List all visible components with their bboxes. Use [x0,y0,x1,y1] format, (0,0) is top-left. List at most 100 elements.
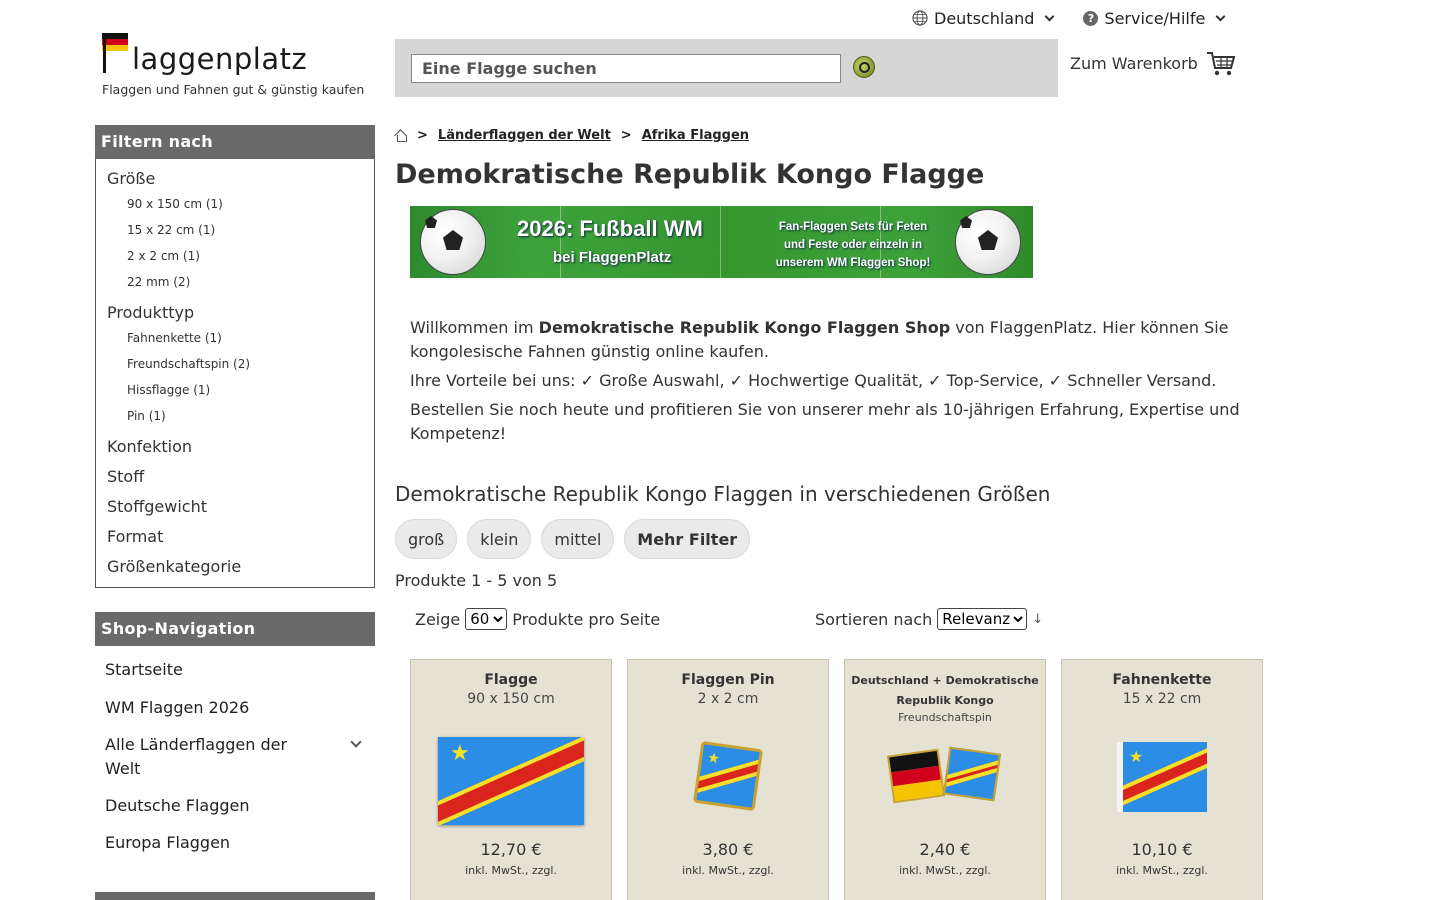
product-title: Deutschland + Demokratische Republik Kon… [851,674,1039,707]
product-card[interactable]: Flagge 90 x 150 cm ★ 12,70 € inkl. MwSt.… [410,659,612,900]
product-price: 10,10 € [1131,840,1193,859]
field-line [720,206,721,278]
per-page-control: Zeige 60 Produkte pro Seite [415,608,660,630]
search-bar [395,39,1058,97]
section-title: Demokratische Republik Kongo Flaggen in … [395,482,1051,506]
intro-call-to-action: Bestellen Sie noch heute und profitieren… [410,400,1240,443]
wm-banner[interactable]: 2026: Fußball WM bei FlaggenPlatz Fan-Fl… [410,206,1033,278]
filter-size[interactable]: Größe [107,169,155,188]
chip-more-filters[interactable]: Mehr Filter [624,519,751,559]
breadcrumb-separator: > [417,128,428,143]
shop-nav-header: Shop-Navigation [95,612,375,646]
country-label: Deutschland [934,8,1035,28]
nav-item-all-countries[interactable]: Alle Länderflaggen der Welt [105,733,325,781]
chip-medium[interactable]: mittel [541,519,615,559]
sidebar-next-panel [95,892,375,900]
home-icon[interactable] [395,130,407,142]
vat-note: inkl. MwSt., zzgl. [899,864,991,877]
service-menu[interactable]: ? Service/Hilfe [1083,6,1226,30]
product-type: Freundschaftspin [898,711,992,724]
star-icon: ★ [706,750,721,768]
drc-bunting-image: ★ [1117,742,1207,812]
chip-small[interactable]: klein [467,519,532,559]
chevron-down-icon [1215,11,1226,21]
product-price: 2,40 € [919,840,971,859]
star-icon: ★ [450,741,470,766]
banner-side-text: Fan-Flaggen Sets für Feten und Feste ode… [775,221,931,269]
intro-text: Willkommen im Demokratische Republik Kon… [410,316,1260,451]
product-title: Flaggen Pin [681,672,775,688]
chevron-down-icon[interactable] [350,736,362,748]
sort-control: Sortieren nach Relevanz ↓ [815,608,1043,630]
result-count: Produkte 1 - 5 von 5 [395,571,558,590]
sort-select[interactable]: Relevanz [937,608,1028,630]
filter-fabric-weight[interactable]: Stoffgewicht [107,497,207,516]
product-card[interactable]: Flaggen Pin 2 x 2 cm ★ 3,80 € inkl. MwSt… [627,659,829,900]
filter-option[interactable]: Pin (1) [127,409,166,423]
page-title: Demokratische Republik Kongo Flagge [395,159,985,190]
filter-option[interactable]: 90 x 150 cm (1) [127,197,223,211]
sort-direction-icon[interactable]: ↓ [1032,612,1043,627]
filter-option[interactable]: Freundschaftspin (2) [127,357,250,371]
flag-diagonal [692,758,764,794]
vat-note: inkl. MwSt., zzgl. [1116,864,1208,877]
product-price: 12,70 € [480,840,542,859]
banner-subline: bei FlaggenPlatz [553,249,672,266]
nav-item-europe-flags[interactable]: Europa Flaggen [105,831,230,855]
product-size: 15 x 22 cm [1122,691,1202,707]
filter-product-type[interactable]: Produkttyp [107,303,194,322]
drc-pin-image: ★ [692,740,764,812]
product-card[interactable]: Deutschland + Demokratische Republik Kon… [844,659,1046,900]
per-page-select[interactable]: 60 [465,608,508,630]
nav-item-german-flags[interactable]: Deutsche Flaggen [105,794,250,818]
intro-paragraph: Willkommen im Demokratische Republik Kon… [410,316,1260,364]
filter-option[interactable]: 2 x 2 cm (1) [127,249,200,263]
intro-shop-name: Demokratische Republik Kongo Flaggen Sho… [538,318,951,337]
drc-flag-image [942,746,1002,802]
soccer-ball-icon [420,209,486,275]
intro-text-part: Willkommen im [410,318,539,337]
friendship-pin-image [886,746,1002,810]
search-icon[interactable] [853,56,875,78]
per-page-suffix: Produkte pro Seite [512,609,661,629]
help-icon: ? [1083,10,1099,26]
site-logo[interactable]: laggenplatz Flaggen und Fahnen gut & gün… [102,30,382,100]
filter-panel: Größe 90 x 150 cm (1) 15 x 22 cm (1) 2 x… [95,159,375,588]
globe-icon [912,10,928,26]
search-input[interactable] [411,54,841,83]
breadcrumb-africa-flags[interactable]: Afrika Flaggen [642,128,749,143]
product-size: 2 x 2 cm [697,691,759,707]
cart-label: Zum Warenkorb [1070,53,1198,73]
filter-header: Filtern nach [95,125,375,159]
breadcrumb: > Länderflaggen der Welt > Afrika Flagge… [395,128,749,143]
filter-option[interactable]: Hissflagge (1) [127,383,210,397]
breadcrumb-world-flags[interactable]: Länderflaggen der Welt [438,128,611,143]
soccer-ball-icon [955,209,1021,275]
filter-size-category[interactable]: Größenkategorie [107,557,241,576]
filter-finishing[interactable]: Konfektion [107,437,192,456]
filter-format[interactable]: Format [107,527,163,546]
logo-pole [103,33,106,73]
filter-option[interactable]: 22 mm (2) [127,275,190,289]
chip-large[interactable]: groß [395,519,458,559]
top-links: Deutschland ? Service/Hilfe [912,6,1226,30]
shopping-cart-icon [1206,52,1236,76]
country-selector[interactable]: Deutschland [912,6,1055,30]
flag-diagonal [942,759,1002,789]
vat-note: inkl. MwSt., zzgl. [465,864,557,877]
product-card[interactable]: Fahnenkette 15 x 22 cm ★ 10,10 € inkl. M… [1061,659,1263,900]
chevron-down-icon [1044,11,1055,21]
size-chips: groß klein mittel Mehr Filter [395,519,751,559]
drc-flag-image: ★ [438,737,584,825]
breadcrumb-separator: > [620,128,632,143]
logo-tagline: Flaggen und Fahnen gut & günstig kaufen [102,82,365,97]
nav-item-home[interactable]: Startseite [105,658,183,682]
vat-note: inkl. MwSt., zzgl. [682,864,774,877]
filter-fabric[interactable]: Stoff [107,467,144,486]
nav-item-wm-2026[interactable]: WM Flaggen 2026 [105,696,249,720]
cart-link[interactable]: Zum Warenkorb [1070,48,1236,78]
filter-option[interactable]: 15 x 22 cm (1) [127,223,215,237]
logo-wordmark: laggenplatz [132,42,308,76]
filter-option[interactable]: Fahnenkette (1) [127,331,222,345]
intro-benefits: Ihre Vorteile bei uns: ✓ Große Auswahl, … [410,371,1217,390]
